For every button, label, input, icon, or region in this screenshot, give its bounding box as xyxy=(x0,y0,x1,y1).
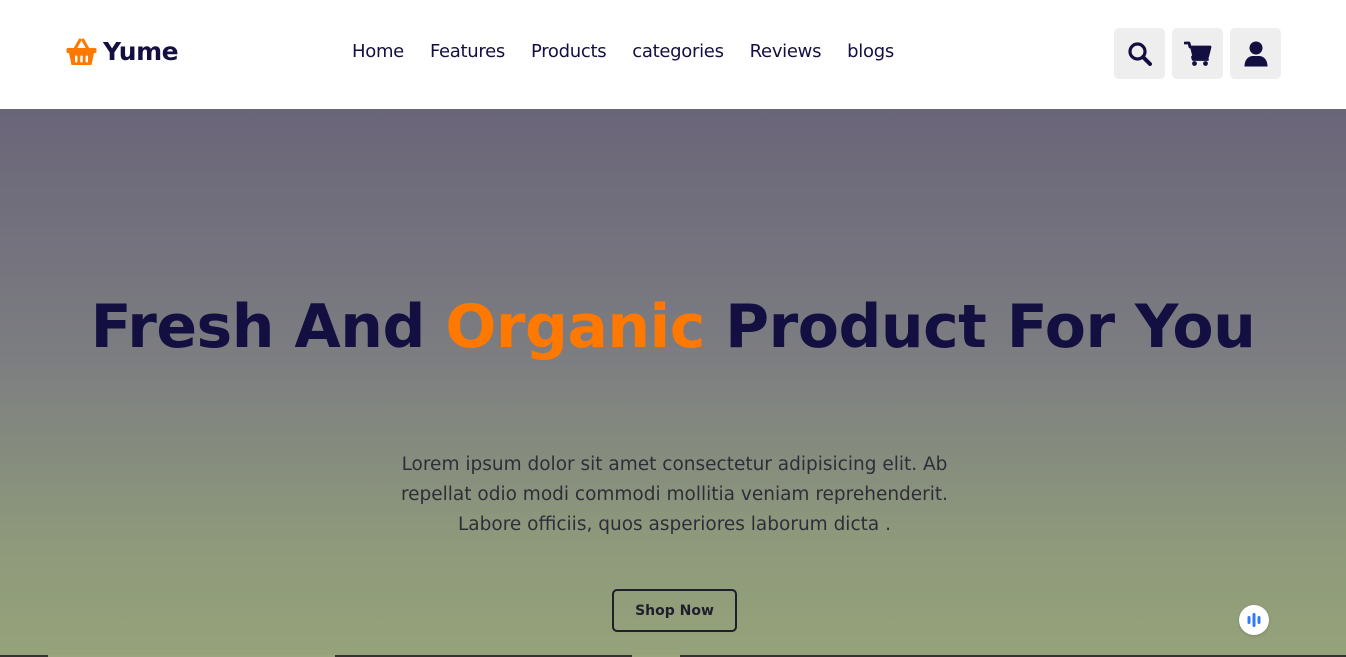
site-header: Yume Home Features Products categories R… xyxy=(0,0,1346,109)
nav-categories[interactable]: categories xyxy=(632,40,724,64)
brand-name: Yume xyxy=(103,37,179,66)
hero-description: Lorem ipsum dolor sit amet consectetur a… xyxy=(400,454,949,535)
header-icons xyxy=(1114,28,1281,79)
basket-icon xyxy=(66,38,97,65)
shop-now-button[interactable]: Shop Now xyxy=(612,589,737,632)
hero-title: Fresh And Organic Product For You xyxy=(0,288,1346,367)
nav-home[interactable]: Home xyxy=(352,40,404,64)
nav-products[interactable]: Products xyxy=(531,40,607,64)
hero-section: Fresh And Organic Product For You Lorem … xyxy=(0,109,1346,655)
audio-widget-button[interactable] xyxy=(1239,605,1269,635)
search-icon xyxy=(1127,41,1152,66)
nav-reviews[interactable]: Reviews xyxy=(750,40,822,64)
cart-icon xyxy=(1183,41,1211,66)
hero-title-accent: Organic xyxy=(445,292,705,362)
cart-button[interactable] xyxy=(1172,28,1223,79)
nav-blogs[interactable]: blogs xyxy=(847,40,894,64)
nav-features[interactable]: Features xyxy=(430,40,505,64)
search-button[interactable] xyxy=(1114,28,1165,79)
user-button[interactable] xyxy=(1230,28,1281,79)
hero-title-part1: Fresh And xyxy=(90,292,446,362)
logo[interactable]: Yume xyxy=(66,37,179,66)
main-nav: Home Features Products categories Review… xyxy=(352,40,920,64)
audio-bars-icon xyxy=(1247,613,1261,627)
hero-title-part2: Product For You xyxy=(704,292,1256,362)
user-icon xyxy=(1244,41,1267,66)
